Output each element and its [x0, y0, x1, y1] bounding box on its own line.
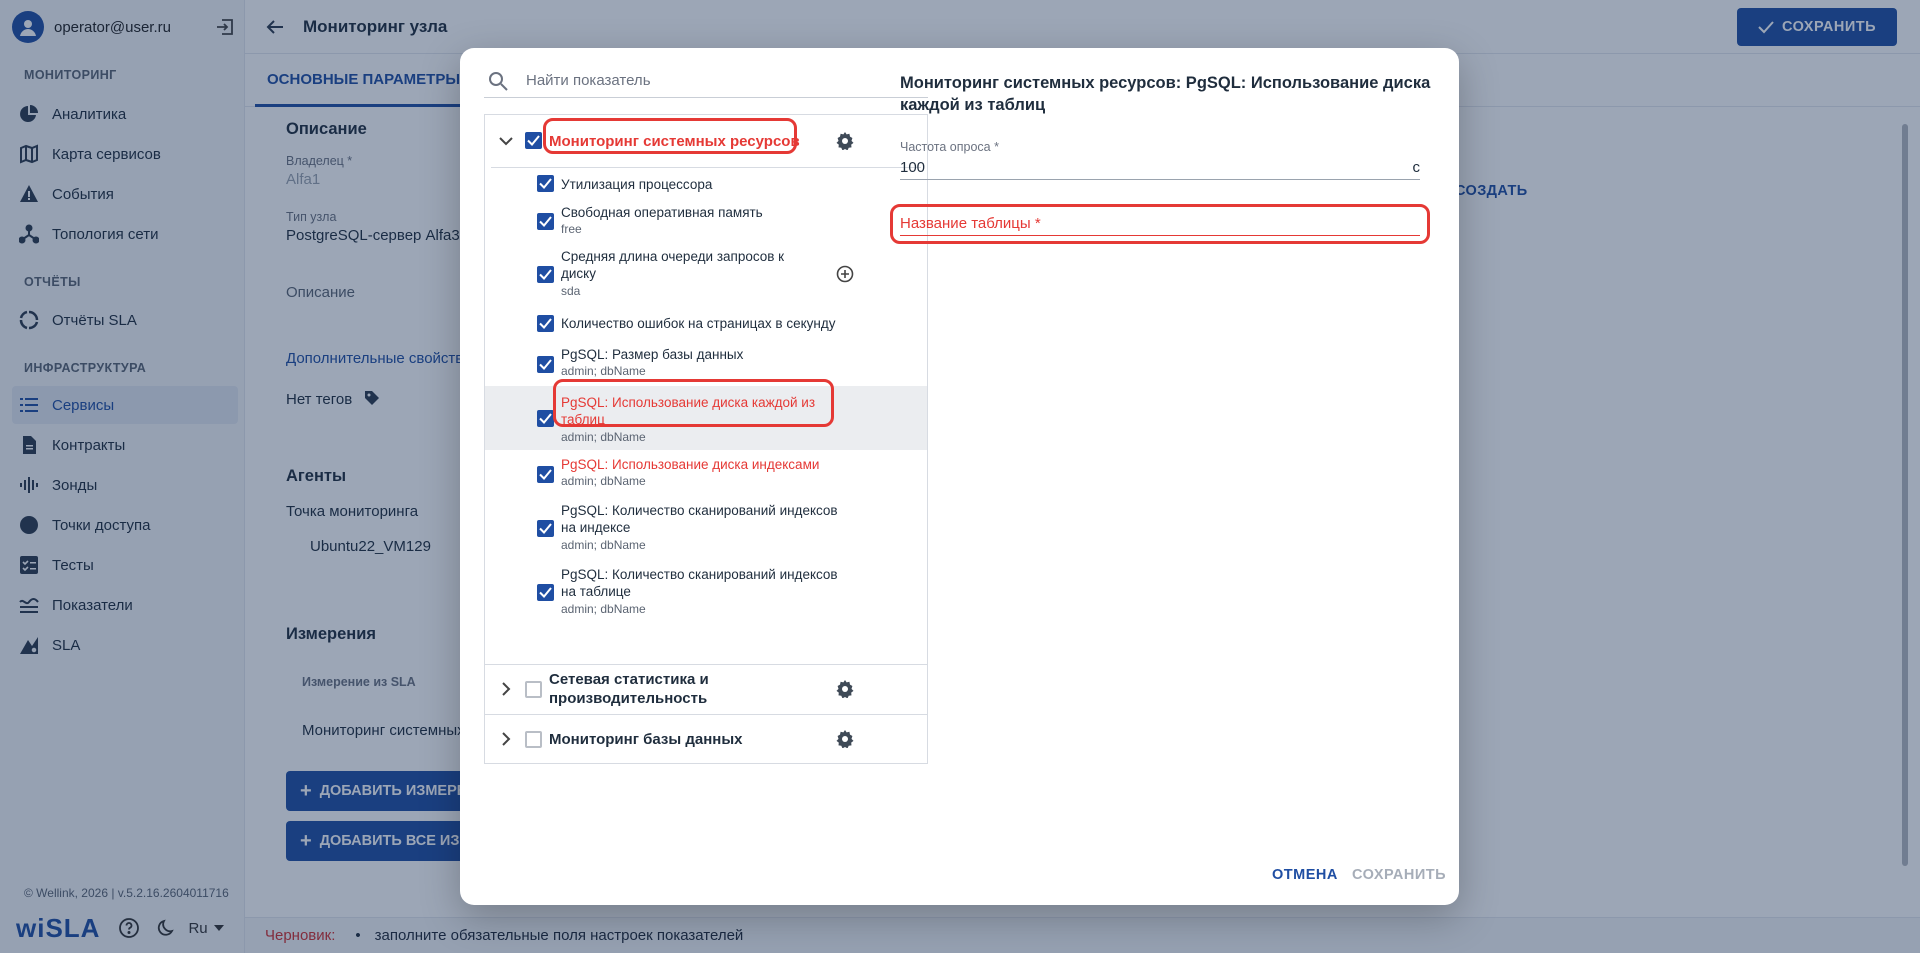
item-title: PgSQL: Использование диска индексами — [561, 457, 820, 472]
item-title: Количество ошибок на страницах в секунду — [561, 316, 836, 331]
item-checkbox[interactable] — [537, 315, 554, 332]
frequency-unit: с — [1412, 159, 1421, 176]
item-subtitle: free — [561, 222, 582, 236]
gear-icon[interactable] — [835, 679, 855, 699]
item-checkbox[interactable] — [537, 356, 554, 373]
list-item[interactable]: Средняя длина очереди запросов к диску s… — [485, 242, 927, 306]
group-row-network-stats[interactable]: Сетевая статистика и производительность — [485, 665, 927, 714]
frequency-value: 100 — [900, 159, 926, 176]
item-title: PgSQL: Использование диска каждой из таб… — [561, 395, 816, 427]
list-item[interactable]: PgSQL: Количество сканирований индексов … — [485, 560, 927, 624]
group-title: Мониторинг базы данных — [549, 731, 743, 748]
indicator-settings-modal: Мониторинг системных ресурсов Утилизация… — [460, 48, 1459, 905]
frequency-field[interactable]: 100 с — [900, 156, 1420, 180]
item-subtitle: admin; dbName — [561, 602, 646, 616]
item-subtitle: admin; dbName — [561, 430, 646, 444]
item-title: Средняя длина очереди запросов к диску — [561, 249, 785, 281]
list-item[interactable]: PgSQL: Использование диска индексами adm… — [485, 450, 927, 496]
item-checkbox[interactable] — [537, 466, 554, 483]
save-button[interactable]: СОХРАНИТЬ — [1352, 867, 1446, 883]
list-item[interactable]: PgSQL: Количество сканирований индексов … — [485, 496, 927, 560]
item-title: PgSQL: Размер базы данных — [561, 347, 744, 362]
item-checkbox[interactable] — [537, 213, 554, 230]
chevron-right-icon[interactable] — [495, 678, 517, 700]
group-row-system-resources[interactable]: Мониторинг системных ресурсов — [485, 115, 927, 167]
item-subtitle: admin; dbName — [561, 474, 646, 488]
item-checkbox[interactable] — [537, 410, 554, 427]
search-input[interactable] — [526, 72, 906, 89]
list-item[interactable]: PgSQL: Размер базы данных admin; dbName — [485, 340, 927, 386]
list-item[interactable]: Утилизация процессора — [485, 168, 927, 198]
indicator-tree: Мониторинг системных ресурсов Утилизация… — [484, 114, 928, 764]
list-item-selected[interactable]: PgSQL: Использование диска каждой из таб… — [485, 386, 927, 450]
list-item[interactable]: Количество ошибок на страницах в секунду — [485, 306, 927, 340]
group-checkbox[interactable] — [525, 731, 542, 748]
group-checkbox[interactable] — [525, 681, 542, 698]
gear-icon[interactable] — [835, 131, 855, 151]
item-subtitle: admin; dbName — [561, 538, 646, 552]
item-checkbox[interactable] — [537, 266, 554, 283]
item-subtitle: sda — [561, 284, 581, 298]
table-name-field[interactable]: Название таблицы * — [900, 212, 1420, 236]
item-checkbox[interactable] — [537, 584, 554, 601]
indicator-search — [484, 64, 928, 98]
item-title: PgSQL: Количество сканирований индексов … — [561, 503, 838, 535]
table-name-label: Название таблицы * — [900, 215, 1041, 232]
frequency-label: Частота опроса * — [900, 140, 999, 154]
search-icon — [489, 71, 508, 91]
item-title: Свободная оперативная память — [561, 205, 763, 220]
detail-title: Мониторинг системных ресурсов: PgSQL: Ис… — [900, 74, 1431, 114]
item-title: Утилизация процессора — [561, 177, 713, 192]
item-title: PgSQL: Количество сканирований индексов … — [561, 567, 838, 599]
add-circle-icon[interactable] — [835, 264, 855, 284]
group-row-database-monitoring[interactable]: Мониторинг базы данных — [485, 715, 927, 763]
gear-icon[interactable] — [835, 729, 855, 749]
chevron-down-icon[interactable] — [495, 130, 517, 152]
list-item[interactable]: Свободная оперативная память free — [485, 198, 927, 242]
cancel-button[interactable]: ОТМЕНА — [1272, 867, 1338, 883]
group-title: Сетевая статистика и производительность — [549, 671, 709, 707]
chevron-right-icon[interactable] — [495, 728, 517, 750]
item-checkbox[interactable] — [537, 520, 554, 537]
group-checkbox[interactable] — [525, 132, 542, 149]
item-checkbox[interactable] — [537, 175, 554, 192]
group-title: Мониторинг системных ресурсов — [549, 133, 800, 150]
item-subtitle: admin; dbName — [561, 364, 646, 378]
